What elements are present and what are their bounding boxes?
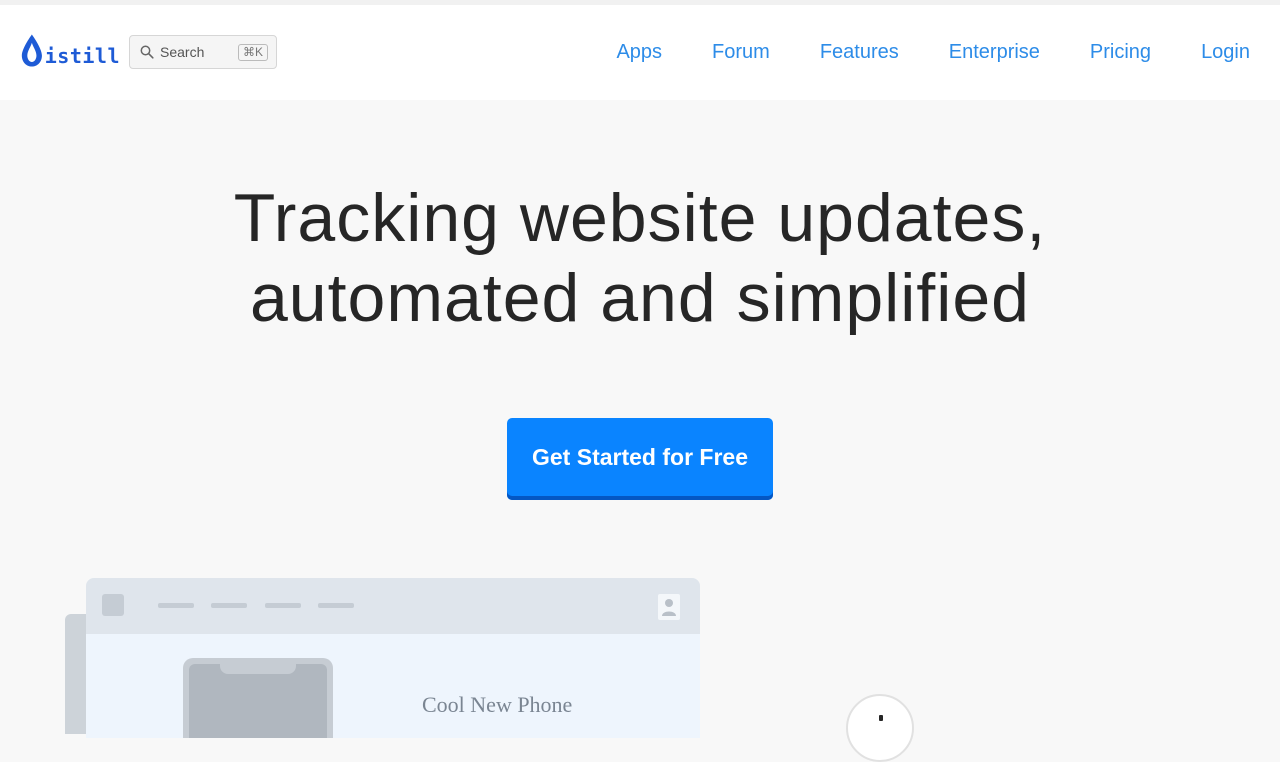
illustration-menu-line bbox=[318, 603, 354, 608]
get-started-button[interactable]: Get Started for Free bbox=[507, 418, 773, 500]
search-box[interactable]: Search ⌘K bbox=[129, 35, 277, 69]
illustration-menu-line bbox=[158, 603, 194, 608]
illustration-product-title: Cool New Phone bbox=[422, 692, 573, 717]
illustration-menu-line bbox=[211, 603, 247, 608]
nav-link-features[interactable]: Features bbox=[820, 41, 899, 64]
distill-logo[interactable]: istill bbox=[20, 30, 120, 70]
phone-image-placeholder bbox=[183, 658, 333, 738]
logo-wordmark: istill bbox=[44, 44, 120, 68]
illustration-logo-placeholder bbox=[102, 594, 124, 616]
site-header: istill Search ⌘K Apps Forum Features Ent… bbox=[0, 5, 1280, 100]
nav-link-login[interactable]: Login bbox=[1201, 41, 1250, 64]
hero-headline-line-2: automated and simplified bbox=[249, 260, 1030, 336]
search-placeholder: Search bbox=[160, 44, 205, 60]
nav-link-forum[interactable]: Forum bbox=[712, 41, 770, 64]
tracking-circle-icon bbox=[846, 694, 914, 762]
hero-headline-line-1: Tracking website updates, bbox=[233, 180, 1047, 256]
hero-headline: Tracking website updates, automated and … bbox=[0, 178, 1280, 338]
illustration-menu-line bbox=[265, 603, 301, 608]
search-shortcut-badge: ⌘K bbox=[237, 43, 268, 61]
circle-indicator-mark bbox=[879, 715, 883, 721]
illustration-browser-bar bbox=[86, 578, 700, 634]
nav-link-enterprise[interactable]: Enterprise bbox=[949, 41, 1040, 64]
main-nav: Apps Forum Features Enterprise Pricing L… bbox=[616, 5, 1250, 100]
user-avatar-icon bbox=[658, 594, 680, 620]
phone-screen bbox=[189, 664, 327, 738]
illustration-browser-window: Cool New Phone bbox=[86, 578, 700, 738]
nav-link-apps[interactable]: Apps bbox=[616, 41, 662, 64]
droplet-logo-icon bbox=[21, 34, 42, 67]
search-icon bbox=[140, 45, 154, 59]
nav-link-pricing[interactable]: Pricing bbox=[1090, 41, 1151, 64]
phone-notch bbox=[220, 658, 296, 674]
